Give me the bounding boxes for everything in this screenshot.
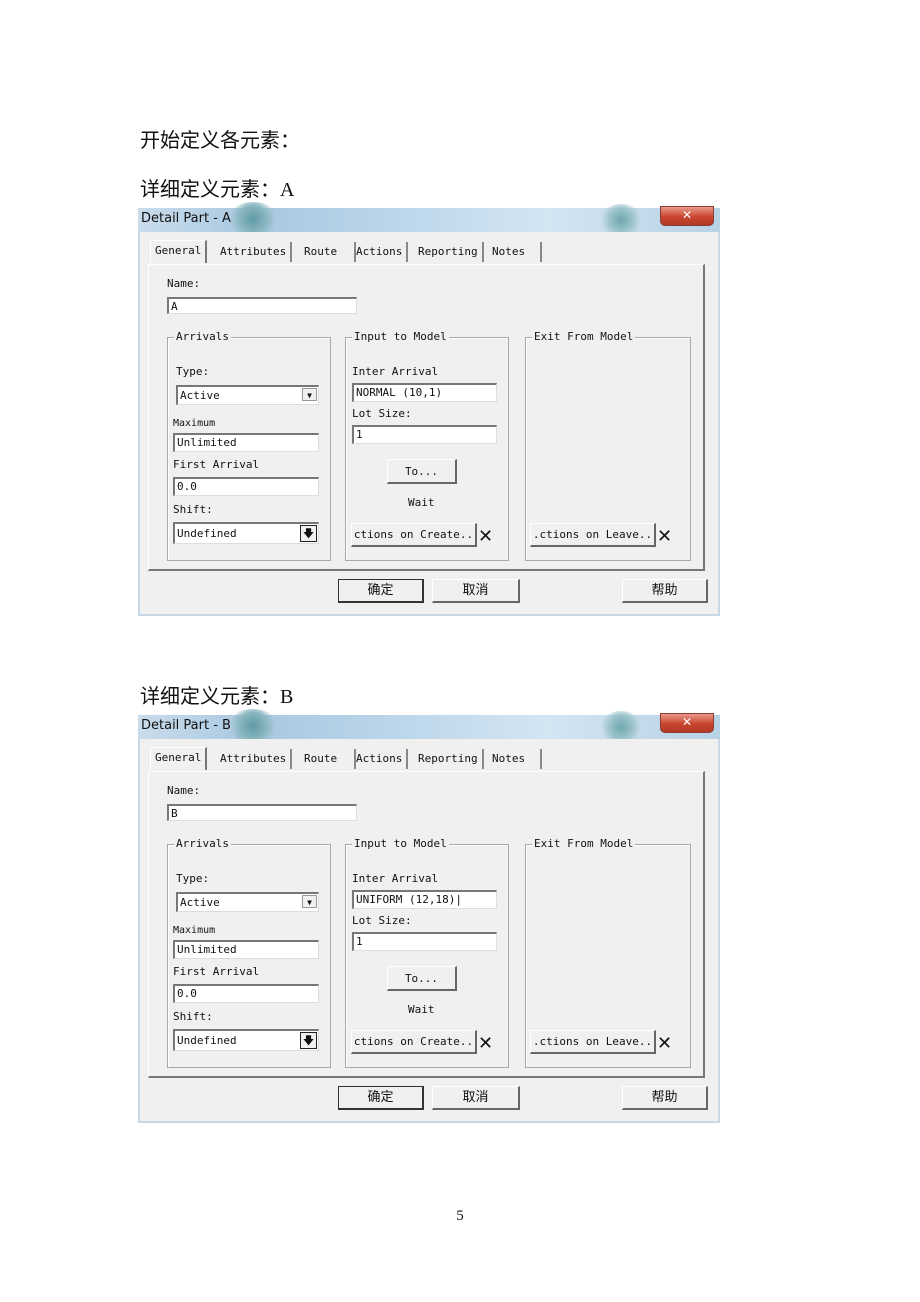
close-icon: ✕ — [681, 208, 693, 222]
input-to-model-legend: Input to Model — [352, 330, 449, 343]
input-to-model-group: Input to Model Inter Arrival UNIFORM (12… — [345, 837, 509, 1068]
titlebar-decoration — [228, 709, 278, 743]
clear-icon[interactable]: ✕ — [657, 1035, 672, 1053]
tab-attributes[interactable]: Attributes — [216, 749, 293, 769]
section-heading-b: 详细定义元素：B — [140, 686, 294, 708]
wait-label: Wait — [408, 496, 435, 509]
close-button[interactable]: ✕ — [660, 713, 714, 733]
maximum-label: Maximum — [173, 418, 216, 429]
name-label: Name: — [167, 277, 201, 290]
arrow-down-icon[interactable]: 🡇 — [300, 1032, 317, 1049]
clear-icon[interactable]: ✕ — [657, 528, 672, 546]
section-heading-a: 详细定义元素：A — [140, 179, 295, 201]
clear-icon[interactable]: ✕ — [478, 528, 493, 546]
shift-value: Undefined — [177, 527, 237, 540]
ok-button[interactable]: 确定 — [338, 1086, 424, 1110]
arrivals-legend: Arrivals — [174, 837, 231, 850]
type-value: Active — [180, 896, 220, 909]
exit-from-model-group: Exit From Model .ctions on Leave.. ✕ — [525, 837, 691, 1068]
first-arrival-input[interactable]: 0.0 — [173, 477, 319, 496]
title-bar[interactable]: Detail Part - A ✕ — [138, 202, 720, 236]
arrow-down-icon[interactable]: 🡇 — [300, 525, 317, 542]
general-tab-panel: Name: B Arrivals Type: Active ▼ Maximum … — [148, 771, 705, 1078]
intro-paragraph: 开始定义各元素： — [140, 130, 300, 152]
inter-arrival-input[interactable]: NORMAL (10,1) — [352, 383, 497, 402]
name-input[interactable]: B — [167, 804, 357, 821]
tab-reporting[interactable]: Reporting — [414, 242, 484, 262]
tab-general[interactable]: General — [150, 240, 208, 263]
type-label: Type: — [176, 365, 210, 378]
tab-actions[interactable]: Actions — [352, 242, 409, 262]
type-select[interactable]: Active ▼ — [176, 385, 319, 405]
tab-route[interactable]: Route — [300, 242, 356, 262]
chevron-down-icon[interactable]: ▼ — [302, 895, 317, 908]
tab-actions[interactable]: Actions — [352, 749, 409, 769]
ok-button[interactable]: 确定 — [338, 579, 424, 603]
input-to-model-group: Input to Model Inter Arrival NORMAL (10,… — [345, 330, 509, 561]
close-button[interactable]: ✕ — [660, 206, 714, 226]
tab-general[interactable]: General — [150, 747, 208, 770]
help-button[interactable]: 帮助 — [622, 1086, 708, 1110]
exit-from-model-group: Exit From Model .ctions on Leave.. ✕ — [525, 330, 691, 561]
chevron-down-icon[interactable]: ▼ — [302, 388, 317, 401]
arrivals-group: Arrivals Type: Active ▼ Maximum Unlimite… — [167, 837, 331, 1068]
shift-select[interactable]: Undefined 🡇 — [173, 522, 319, 544]
inter-arrival-label: Inter Arrival — [352, 365, 439, 378]
first-arrival-input[interactable]: 0.0 — [173, 984, 319, 1003]
to-button[interactable]: To... — [387, 459, 457, 484]
lot-size-label: Lot Size: — [352, 407, 412, 420]
title-bar[interactable]: Detail Part - B ✕ — [138, 709, 720, 743]
shift-value: Undefined — [177, 1034, 237, 1047]
maximum-input[interactable]: Unlimited — [173, 433, 319, 452]
tab-notes[interactable]: Notes — [488, 242, 542, 262]
dialog-title: Detail Part - A — [141, 211, 231, 226]
inter-arrival-label: Inter Arrival — [352, 872, 439, 885]
cancel-button[interactable]: 取消 — [432, 579, 520, 603]
first-arrival-label: First Arrival — [173, 458, 260, 471]
shift-label: Shift: — [173, 503, 213, 516]
tab-notes[interactable]: Notes — [488, 749, 542, 769]
type-label: Type: — [176, 872, 210, 885]
arrivals-group: Arrivals Type: Active ▼ Maximum Unlimite… — [167, 330, 331, 561]
help-button[interactable]: 帮助 — [622, 579, 708, 603]
name-label: Name: — [167, 784, 201, 797]
dialog-title: Detail Part - B — [141, 718, 231, 733]
clear-icon[interactable]: ✕ — [478, 1035, 493, 1053]
actions-on-create-button[interactable]: ctions on Create.. — [351, 523, 477, 547]
dialog-body: General Attributes Route Actions Reporti… — [138, 232, 720, 616]
name-input[interactable]: A — [167, 297, 357, 314]
tab-reporting[interactable]: Reporting — [414, 749, 484, 769]
general-tab-panel: Name: A Arrivals Type: Active ▼ Maximum … — [148, 264, 705, 571]
first-arrival-label: First Arrival — [173, 965, 260, 978]
wait-label: Wait — [408, 1003, 435, 1016]
to-button[interactable]: To... — [387, 966, 457, 991]
lot-size-input[interactable]: 1 — [352, 425, 497, 444]
shift-select[interactable]: Undefined 🡇 — [173, 1029, 319, 1051]
detail-part-dialog-a: Detail Part - A ✕ General Attributes Rou… — [138, 202, 720, 618]
shift-label: Shift: — [173, 1010, 213, 1023]
close-icon: ✕ — [681, 715, 693, 729]
arrivals-legend: Arrivals — [174, 330, 231, 343]
dialog-body: General Attributes Route Actions Reporti… — [138, 739, 720, 1123]
actions-on-create-button[interactable]: ctions on Create.. — [351, 1030, 477, 1054]
tab-attributes[interactable]: Attributes — [216, 242, 293, 262]
type-select[interactable]: Active ▼ — [176, 892, 319, 912]
actions-on-leave-button[interactable]: .ctions on Leave.. — [530, 1030, 656, 1054]
titlebar-decoration — [228, 202, 278, 236]
lot-size-label: Lot Size: — [352, 914, 412, 927]
cancel-button[interactable]: 取消 — [432, 1086, 520, 1110]
detail-part-dialog-b: Detail Part - B ✕ General Attributes Rou… — [138, 709, 720, 1125]
exit-from-model-legend: Exit From Model — [532, 330, 636, 343]
inter-arrival-input[interactable]: UNIFORM (12,18)| — [352, 890, 497, 909]
tab-route[interactable]: Route — [300, 749, 356, 769]
maximum-input[interactable]: Unlimited — [173, 940, 319, 959]
input-to-model-legend: Input to Model — [352, 837, 449, 850]
actions-on-leave-button[interactable]: .ctions on Leave.. — [530, 523, 656, 547]
lot-size-input[interactable]: 1 — [352, 932, 497, 951]
maximum-label: Maximum — [173, 925, 216, 936]
type-value: Active — [180, 389, 220, 402]
page-number: 5 — [456, 1208, 464, 1224]
exit-from-model-legend: Exit From Model — [532, 837, 636, 850]
